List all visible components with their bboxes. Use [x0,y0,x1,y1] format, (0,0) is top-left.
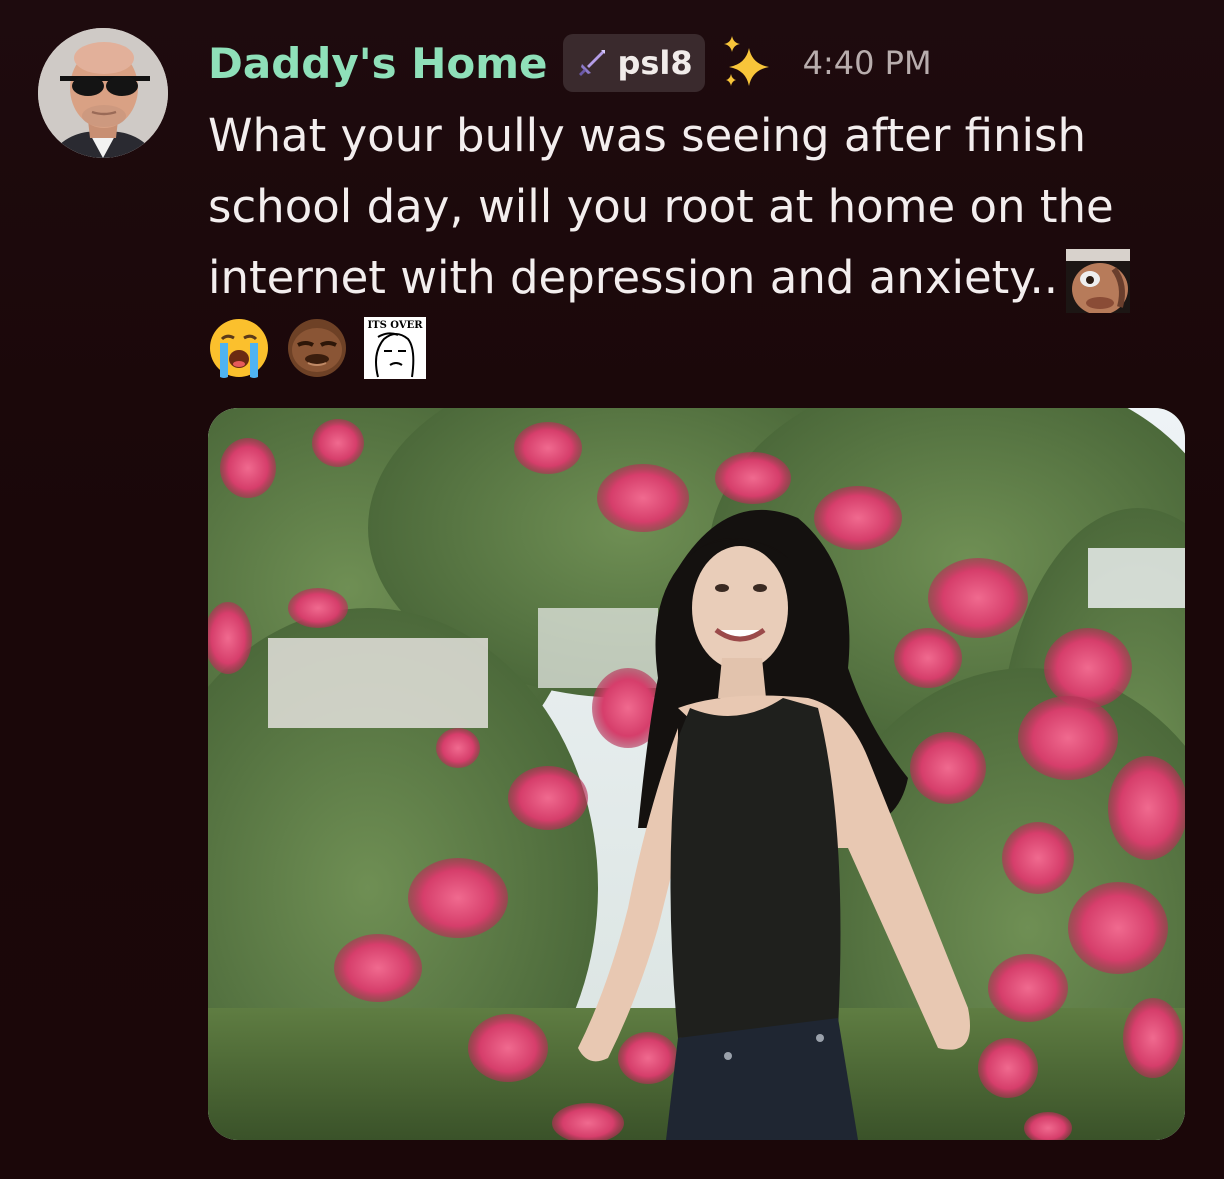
author-name[interactable]: Daddy's Home [208,39,547,88]
server-tag[interactable]: psl8 [563,34,705,92]
image-attachment[interactable] [208,408,1185,1140]
its-over-wojak-emoji[interactable]: ITS OVER [364,317,426,379]
server-tag-text: psl8 [617,44,693,82]
loudly-crying-face-emoji[interactable] [208,317,270,379]
sparkles-icon [723,36,769,86]
message-header: Daddy's Home psl8 4:40 PM [208,32,932,94]
emoji-row: ITS OVER [208,314,426,382]
message-line-3: internet with depression and anxiety.. [208,251,1059,304]
message-line-3-wrap: internet with depression and anxiety.. [208,242,1168,313]
custom-squinting-face-emoji[interactable] [286,317,348,379]
author-avatar[interactable] [38,28,168,158]
message-content: What your bully was seeing after finish … [208,100,1168,313]
chat-message: Daddy's Home psl8 4:40 PM What your bull… [0,0,1224,1179]
avatar-image [38,28,168,158]
message-line-1: What your bully was seeing after finish [208,109,1086,162]
sword-icon [579,50,606,76]
attachment-photo-woman-flowers [208,408,1185,1140]
message-line-2: school day, will you root at home on the [208,180,1114,233]
custom-face-emoji[interactable] [1066,249,1131,313]
its-over-caption: ITS OVER [367,320,423,331]
message-timestamp: 4:40 PM [802,44,932,82]
